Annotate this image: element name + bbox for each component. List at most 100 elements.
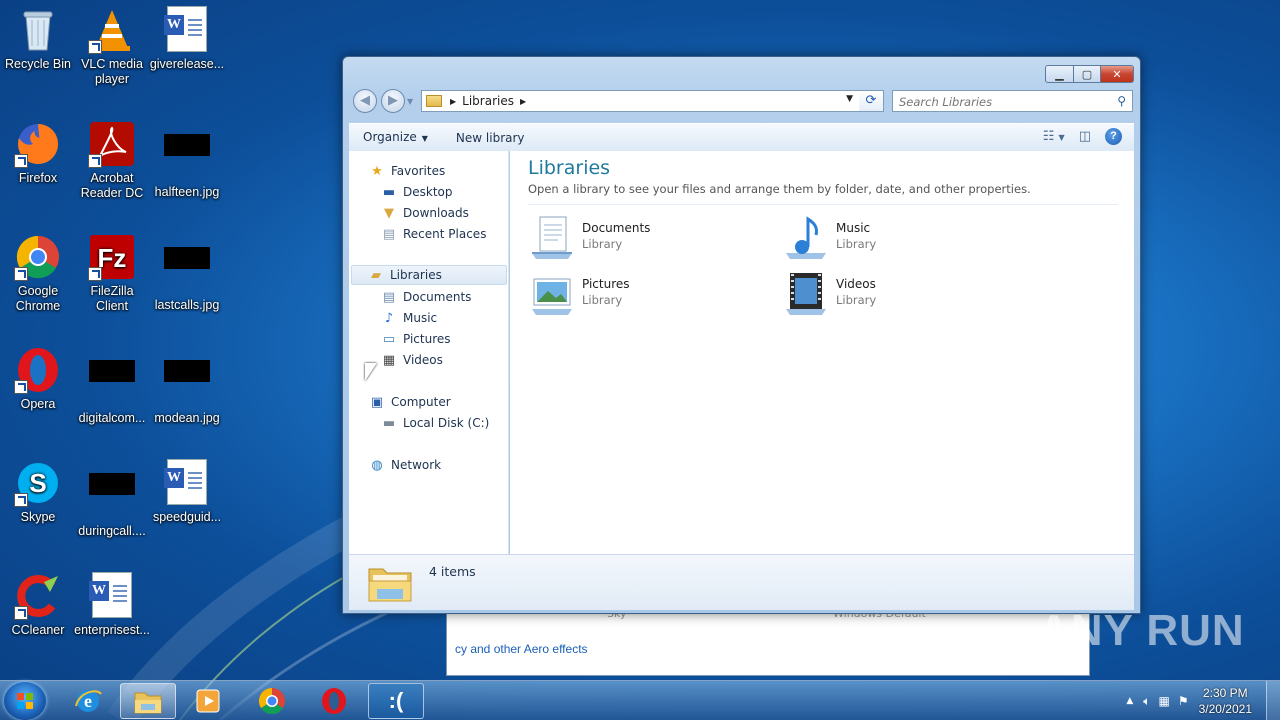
- aero-effects-link[interactable]: cy and other Aero effects: [455, 642, 588, 656]
- desktop-icon-firefox[interactable]: Firefox: [0, 120, 76, 186]
- network-status-icon[interactable]: ▦: [1159, 694, 1170, 708]
- start-button[interactable]: [4, 682, 46, 720]
- library-name: Music: [836, 221, 871, 235]
- desktop-icon-skype[interactable]: S Skype: [0, 459, 76, 525]
- explorer-window[interactable]: ▁ ▢ ✕ ◀ ▶ ▼ ▶ Libraries ▶ ▼ ⟳ ⚲ Organize…: [342, 56, 1141, 614]
- desktop-icon-chrome[interactable]: Google Chrome: [0, 233, 76, 314]
- documents-library-icon: [528, 213, 576, 261]
- desktop-icon-lastcalls[interactable]: lastcalls.jpg: [149, 233, 225, 313]
- nav-item-videos[interactable]: ▦ Videos: [381, 350, 443, 370]
- caption-buttons: ▁ ▢ ✕: [1045, 65, 1134, 83]
- back-button[interactable]: ◀: [353, 89, 377, 113]
- word-document-icon: [88, 572, 136, 620]
- taskbar-chrome[interactable]: [244, 683, 300, 719]
- library-pictures[interactable]: Pictures Library: [528, 269, 630, 317]
- breadcrumb-libraries[interactable]: Libraries: [462, 94, 514, 108]
- action-center-flag-icon[interactable]: ⚑: [1178, 694, 1189, 708]
- close-button[interactable]: ✕: [1101, 65, 1134, 83]
- forward-button[interactable]: ▶: [381, 89, 405, 113]
- music-icon: ♪: [384, 310, 394, 326]
- address-bar[interactable]: ▶ Libraries ▶ ▼: [421, 90, 884, 112]
- desktop-icon-speedguid[interactable]: speedguid...: [149, 459, 225, 525]
- taskbar-media-player[interactable]: [180, 683, 236, 719]
- search-input[interactable]: [899, 95, 1099, 109]
- image-file-icon: [163, 360, 211, 408]
- divider: [528, 204, 1118, 205]
- library-music[interactable]: Music Library: [782, 213, 876, 261]
- library-documents[interactable]: Documents Library: [528, 213, 650, 261]
- address-history-dropdown-icon[interactable]: ▼: [846, 94, 853, 104]
- opera-icon: [322, 688, 346, 714]
- nav-item-recent-places[interactable]: ▤ Recent Places: [381, 224, 487, 244]
- volume-icon[interactable]: 🔈︎: [1143, 694, 1150, 709]
- help-icon[interactable]: ?: [1105, 128, 1122, 145]
- change-view-icon[interactable]: ☷ ▼: [1043, 129, 1065, 144]
- star-icon: ★: [371, 163, 383, 179]
- nav-item-local-disk[interactable]: ▬ Local Disk (C:): [381, 413, 489, 433]
- library-videos[interactable]: Videos Library: [782, 269, 876, 317]
- search-icon[interactable]: ⚲: [1117, 94, 1126, 108]
- opera-icon: [14, 346, 62, 394]
- nav-item-favorites[interactable]: ★ Favorites: [369, 161, 445, 181]
- desktop-icon-filezilla[interactable]: Fz FileZilla Client: [74, 233, 150, 314]
- nav-label: Videos: [403, 353, 443, 367]
- nav-item-desktop[interactable]: ▬ Desktop: [381, 182, 453, 202]
- pictures-library-icon: [528, 269, 576, 317]
- taskbar-windows-explorer[interactable]: [120, 683, 176, 719]
- word-document-icon: [163, 459, 211, 507]
- show-hidden-icons-icon[interactable]: ▲: [1126, 696, 1133, 706]
- nav-item-downloads[interactable]: ▼ Downloads: [381, 203, 469, 223]
- vlc-icon: [88, 6, 136, 54]
- nav-item-computer[interactable]: ▣ Computer: [369, 392, 451, 412]
- library-name: Documents: [582, 221, 651, 235]
- recent-pages-dropdown[interactable]: ▼: [407, 97, 413, 106]
- taskbar-sad-face-app[interactable]: :(: [368, 683, 424, 719]
- breadcrumb-arrow-icon[interactable]: ▶: [520, 97, 526, 106]
- nav-label: Libraries: [390, 268, 442, 282]
- taskbar-internet-explorer[interactable]: e: [60, 683, 116, 719]
- clock[interactable]: 2:30 PM 3/20/2021: [1199, 685, 1252, 717]
- taskbar-opera[interactable]: [306, 683, 362, 719]
- desktop-icon-ccleaner[interactable]: CCleaner: [0, 572, 76, 638]
- library-type: Library: [582, 237, 623, 251]
- preview-pane-icon[interactable]: ◫: [1079, 129, 1091, 144]
- desktop-icon-enterprisest[interactable]: enterprisest...: [74, 572, 150, 638]
- refresh-button[interactable]: ⟳: [859, 90, 884, 112]
- minimize-button[interactable]: ▁: [1045, 65, 1074, 83]
- computer-icon: ▣: [370, 394, 384, 410]
- image-file-icon: [163, 247, 211, 295]
- desktop-icon-modean[interactable]: modean.jpg: [149, 346, 225, 426]
- new-library-button[interactable]: New library: [442, 125, 539, 151]
- desktop-icon-acrobat[interactable]: Acrobat Reader DC: [74, 120, 150, 201]
- taskbar: e :( ▲ 🔈︎ ▦ ⚑ 2:30 PM 3/20/2021: [0, 680, 1280, 720]
- maximize-button[interactable]: ▢: [1074, 65, 1101, 83]
- search-box[interactable]: ⚲: [892, 90, 1133, 112]
- videos-icon: ▦: [382, 352, 396, 368]
- internet-explorer-icon: e: [75, 690, 102, 712]
- nav-item-network[interactable]: ◍ Network: [369, 455, 441, 475]
- desktop-icon-halfteen[interactable]: halfteen.jpg: [149, 120, 225, 200]
- navigation-pane: ★ Favorites ▬ Desktop ▼ Downloads ▤ Recent P…: [349, 151, 509, 554]
- nav-item-music[interactable]: ♪ Music: [381, 308, 437, 328]
- desktop-icon-opera[interactable]: Opera: [0, 346, 76, 412]
- nav-item-pictures[interactable]: ▭ Pictures: [381, 329, 451, 349]
- desktop-icon-giverelease[interactable]: giverelease...: [149, 6, 225, 72]
- background-window[interactable]: Sky Windows Default cy and other Aero ef…: [446, 604, 1090, 676]
- desktop-icon-digitalcom[interactable]: digitalcom...: [74, 346, 150, 426]
- ccleaner-icon: [14, 572, 62, 620]
- desktop-icon-duringcall[interactable]: duringcall....: [74, 459, 150, 539]
- downloads-folder-icon: ▼: [384, 205, 394, 221]
- show-desktop-button[interactable]: [1266, 681, 1280, 720]
- shortcut-arrow-icon: [14, 154, 28, 168]
- desktop-icon-recycle-bin[interactable]: Recycle Bin: [0, 6, 76, 72]
- nav-item-documents[interactable]: ▤ Documents: [381, 287, 472, 307]
- nav-label: Local Disk (C:): [403, 416, 490, 430]
- nav-label: Network: [391, 458, 442, 472]
- nav-item-libraries[interactable]: ▰ Libraries: [351, 265, 507, 285]
- desktop-icon-vlc[interactable]: VLC media player: [74, 6, 150, 87]
- page-subtitle: Open a library to see your files and arr…: [528, 182, 1031, 196]
- system-tray: ▲ 🔈︎ ▦ ⚑ 2:30 PM 3/20/2021: [1126, 681, 1280, 720]
- organize-button[interactable]: Organize ▼: [349, 124, 442, 152]
- organize-label: Organize: [363, 129, 417, 144]
- breadcrumb-arrow-icon[interactable]: ▶: [450, 97, 456, 106]
